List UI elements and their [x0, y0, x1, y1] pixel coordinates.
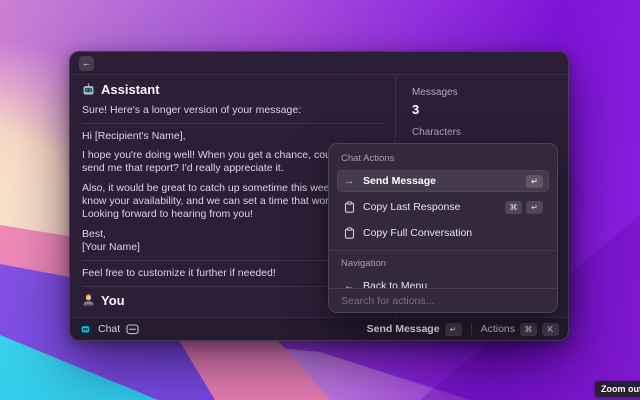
back-button[interactable]: ← [79, 56, 94, 71]
return-key-icon: ↵ [526, 175, 543, 188]
assistant-header: Assistant [82, 83, 383, 96]
command-key-icon: ⌘ [520, 323, 537, 336]
return-key-icon: ↵ [445, 323, 462, 336]
section-navigation: Navigation [341, 258, 545, 269]
divider [329, 250, 557, 251]
clipboard-icon [343, 201, 355, 213]
message-greeting: Hi [Recipient's Name], [82, 130, 383, 143]
return-key-icon: ↵ [526, 201, 543, 214]
actions-overlay: Chat Actions → Send Message ↵ Copy Last … [328, 143, 558, 313]
you-title: You [101, 294, 125, 307]
action-shortcut: ⌘ ↵ [505, 201, 543, 214]
actions-search-input[interactable] [341, 295, 545, 307]
send-message-button[interactable]: Send Message [367, 323, 440, 335]
action-label: Copy Last Response [363, 201, 460, 213]
back-arrow-icon: ← [82, 56, 91, 71]
action-copy-full-conversation[interactable]: Copy Full Conversation [337, 222, 549, 244]
divider [82, 123, 383, 124]
k-key-icon: K [542, 323, 559, 336]
zoom-tooltip: Zoom out on [595, 381, 640, 397]
keyboard-icon[interactable] [126, 324, 139, 335]
action-send-message[interactable]: → Send Message ↵ [337, 170, 549, 192]
action-label: Send Message [363, 175, 436, 187]
assistant-title: Assistant [101, 83, 160, 96]
actions-menu-button[interactable]: Actions [481, 323, 515, 335]
assistant-intro: Sure! Here's a longer version of your me… [82, 104, 383, 117]
action-label: Copy Full Conversation [363, 227, 472, 239]
messages-label: Messages [412, 87, 552, 98]
action-copy-last-response[interactable]: Copy Last Response ⌘ ↵ [337, 196, 549, 218]
mode-label: Chat [98, 323, 120, 335]
actions-list: Chat Actions → Send Message ↵ Copy Last … [329, 144, 557, 308]
titlebar: ← [70, 52, 568, 75]
arrow-right-icon: → [343, 176, 355, 187]
chat-app-icon [79, 323, 92, 336]
section-chat-actions: Chat Actions [341, 153, 545, 164]
status-bar: Chat Send Message ↵ Actions ⌘ K [70, 317, 568, 340]
desktop: ← Assistant Sure! Here's a longer versi [0, 0, 640, 400]
status-bar-actions: Send Message ↵ Actions ⌘ K [367, 323, 559, 336]
actions-search-bar [329, 288, 557, 312]
action-shortcut: ↵ [526, 175, 543, 188]
messages-value: 3 [412, 102, 552, 117]
robot-icon [82, 83, 95, 96]
command-key-icon: ⌘ [505, 201, 522, 214]
clipboard-icon [343, 227, 355, 239]
divider [471, 323, 472, 335]
characters-label: Characters [412, 127, 552, 138]
person-icon [82, 294, 95, 307]
